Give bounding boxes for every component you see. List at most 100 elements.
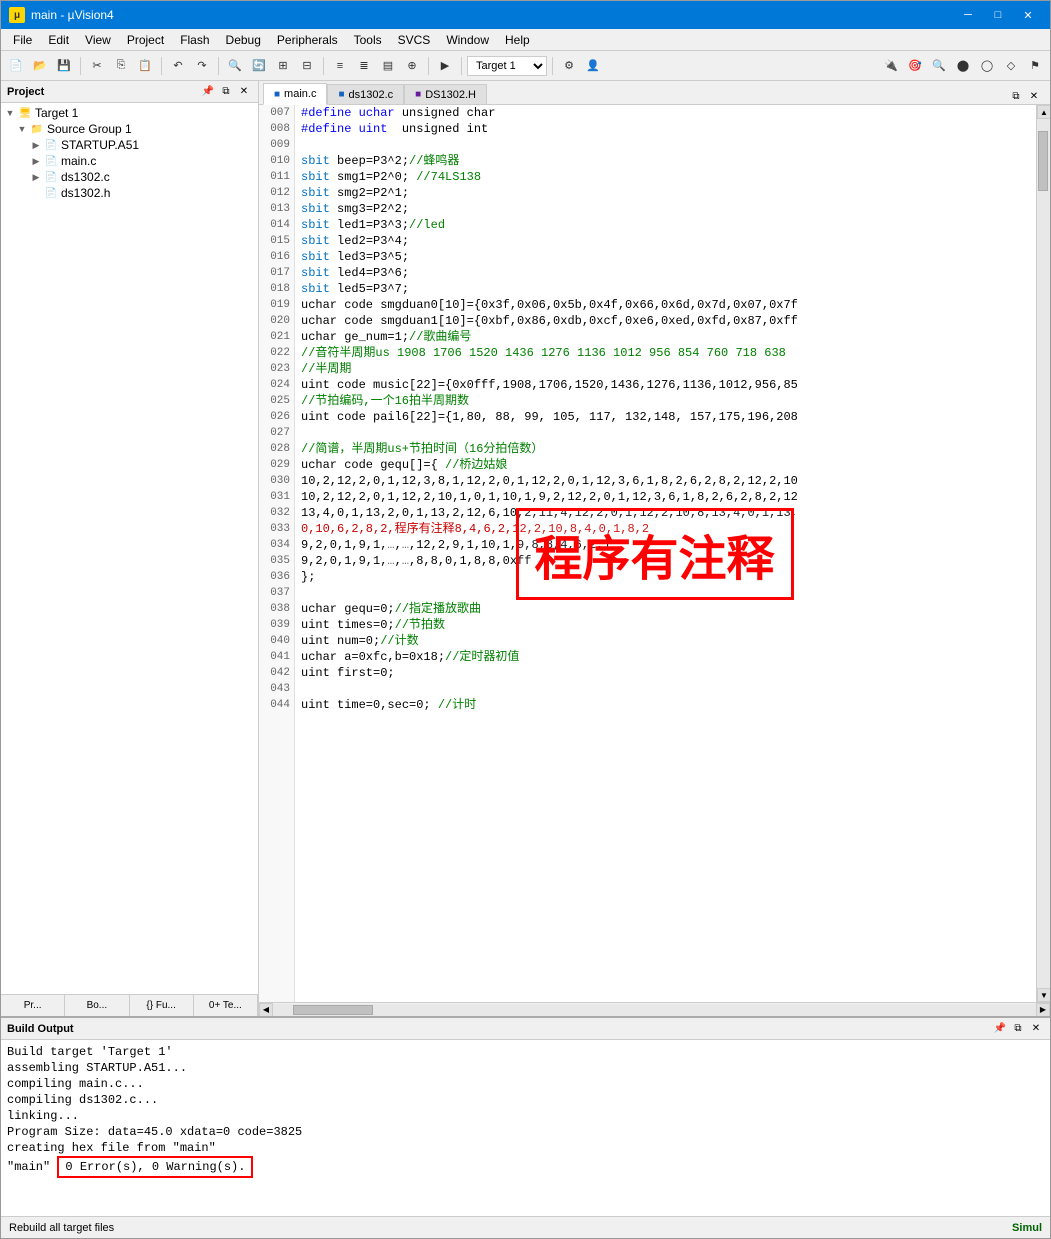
menu-project[interactable]: Project [119, 31, 172, 49]
ln-027: 027 [259, 425, 294, 441]
code-line-008: #define uint unsigned int [295, 121, 1036, 137]
build-line-2: compiling main.c... [7, 1076, 1044, 1092]
build-float-btn[interactable]: ⧉ [1010, 1021, 1026, 1037]
scroll-left-btn[interactable]: ◀ [259, 1003, 273, 1017]
menu-edit[interactable]: Edit [40, 31, 77, 49]
scroll-thumb[interactable] [1038, 131, 1048, 191]
ln-034: 034 [259, 537, 294, 553]
tab-functions[interactable]: {} Fu... [130, 995, 194, 1016]
tb7[interactable]: ≡ [329, 55, 351, 77]
code-line-031: 10,2,12,2,0,1,12,2,10,1,0,1,10,1,9,2,12,… [295, 489, 1036, 505]
minimize-button[interactable]: ─ [954, 5, 982, 25]
redo-button[interactable]: ↷ [191, 55, 213, 77]
menu-view[interactable]: View [77, 31, 119, 49]
tab-ds1302c[interactable]: ■ ds1302.c [327, 84, 404, 104]
project-panel: Project 📌 ⧉ ✕ ▼ 🖥 Target 1 ▼ 📁 [1, 81, 259, 1016]
tb16[interactable]: 🔍 [928, 55, 950, 77]
menu-peripherals[interactable]: Peripherals [269, 31, 346, 49]
ds1302h-tab-icon: ■ [415, 89, 421, 100]
menu-tools[interactable]: Tools [346, 31, 390, 49]
maximize-button[interactable]: □ [984, 5, 1012, 25]
code-line-010: sbit beep=P3^2;//蜂鸣器 [295, 153, 1036, 169]
tree-item-target1[interactable]: ▼ 🖥 Target 1 [1, 105, 258, 121]
menu-svcs[interactable]: SVCS [390, 31, 439, 49]
menu-file[interactable]: File [5, 31, 40, 49]
tab-templates[interactable]: 0+ Te... [194, 995, 258, 1016]
tb18[interactable]: ◯ [976, 55, 998, 77]
menu-flash[interactable]: Flash [172, 31, 217, 49]
tb8[interactable]: ≣ [353, 55, 375, 77]
ln-028: 028 [259, 441, 294, 457]
vertical-scrollbar[interactable]: ▲ ▼ [1036, 105, 1050, 1002]
status-bar: Rebuild all target files Simul [1, 1216, 1050, 1238]
tree-item-mainc[interactable]: ▶ 📄 main.c [1, 153, 258, 169]
build-close-btn[interactable]: ✕ [1028, 1021, 1044, 1037]
expand-startup: ▶ [31, 140, 41, 150]
tb5[interactable]: ⊞ [272, 55, 294, 77]
pin-button[interactable]: 📌 [200, 84, 216, 100]
tab-mainc[interactable]: ■ main.c [263, 83, 327, 105]
tb3[interactable]: 🔍 [224, 55, 246, 77]
build-line-7: "main" 0 Error(s), 0 Warning(s). [7, 1156, 1044, 1178]
tb10[interactable]: ⊕ [401, 55, 423, 77]
tree-item-startup[interactable]: ▶ 📄 STARTUP.A51 [1, 137, 258, 153]
tb17[interactable]: ⬤ [952, 55, 974, 77]
tb9[interactable]: ▤ [377, 55, 399, 77]
ln-030: 030 [259, 473, 294, 489]
ln-042: 042 [259, 665, 294, 681]
code-line-028: //简谱，半周期us+节拍时间（16分拍倍数） [295, 441, 1036, 457]
ln-014: 014 [259, 217, 294, 233]
tab-project[interactable]: Pr... [1, 995, 65, 1016]
save-button[interactable]: 💾 [53, 55, 75, 77]
scroll-h-thumb[interactable] [293, 1005, 373, 1015]
scroll-down-btn[interactable]: ▼ [1037, 988, 1050, 1002]
menu-debug[interactable]: Debug [218, 31, 269, 49]
ln-008: 008 [259, 121, 294, 137]
paste-button[interactable]: 📋 [134, 55, 156, 77]
tb12[interactable]: ⚙ [558, 55, 580, 77]
ln-011: 011 [259, 169, 294, 185]
tb20[interactable]: ⚑ [1024, 55, 1046, 77]
cut-button[interactable]: ✂ [86, 55, 108, 77]
new-button[interactable]: 📄 [5, 55, 27, 77]
tb19[interactable]: ◇ [1000, 55, 1022, 77]
copy-button[interactable]: ⎘ [110, 55, 132, 77]
open-button[interactable]: 📂 [29, 55, 51, 77]
app-icon: μ [9, 7, 25, 23]
tree-item-ds1302h[interactable]: 📄 ds1302.h [1, 185, 258, 201]
c-file-icon-ds1302: 📄 [44, 170, 58, 184]
tb15[interactable]: 🎯 [904, 55, 926, 77]
menu-help[interactable]: Help [497, 31, 538, 49]
ln-007: 007 [259, 105, 294, 121]
editor-float-btn[interactable]: ⧉ [1008, 88, 1024, 104]
ln-029: 029 [259, 457, 294, 473]
close-button[interactable]: ✕ [1014, 5, 1042, 25]
undo-button[interactable]: ↶ [167, 55, 189, 77]
tab-ds1302h[interactable]: ■ DS1302.H [404, 84, 487, 104]
float-button[interactable]: ⧉ [218, 84, 234, 100]
scroll-h-track[interactable] [273, 1004, 1036, 1016]
tb13[interactable]: 👤 [582, 55, 604, 77]
tb6[interactable]: ⊟ [296, 55, 318, 77]
ln-015: 015 [259, 233, 294, 249]
horizontal-scrollbar[interactable]: ◀ ▶ [259, 1002, 1050, 1016]
menu-window[interactable]: Window [438, 31, 497, 49]
tb11[interactable]: ▶ [434, 55, 456, 77]
tb4[interactable]: 🔄 [248, 55, 270, 77]
target-dropdown[interactable]: Target 1 [467, 56, 547, 76]
tb14[interactable]: 🔌 [880, 55, 902, 77]
scroll-up-btn[interactable]: ▲ [1037, 105, 1050, 119]
close-panel-button[interactable]: ✕ [236, 84, 252, 100]
editor-close-btn[interactable]: ✕ [1026, 88, 1042, 104]
tree-item-srcgrp1[interactable]: ▼ 📁 Source Group 1 [1, 121, 258, 137]
ln-041: 041 [259, 649, 294, 665]
menu-bar: File Edit View Project Flash Debug Perip… [1, 29, 1050, 51]
scroll-track[interactable] [1037, 119, 1050, 988]
scroll-right-btn[interactable]: ▶ [1036, 1003, 1050, 1017]
code-line-022: //音符半周期us 1908 1706 1520 1436 1276 1136 … [295, 345, 1036, 361]
ln-031: 031 [259, 489, 294, 505]
tree-item-ds1302c[interactable]: ▶ 📄 ds1302.c [1, 169, 258, 185]
build-pin-btn[interactable]: 📌 [992, 1021, 1008, 1037]
sep7 [552, 57, 553, 75]
tab-books[interactable]: Bo... [65, 995, 129, 1016]
